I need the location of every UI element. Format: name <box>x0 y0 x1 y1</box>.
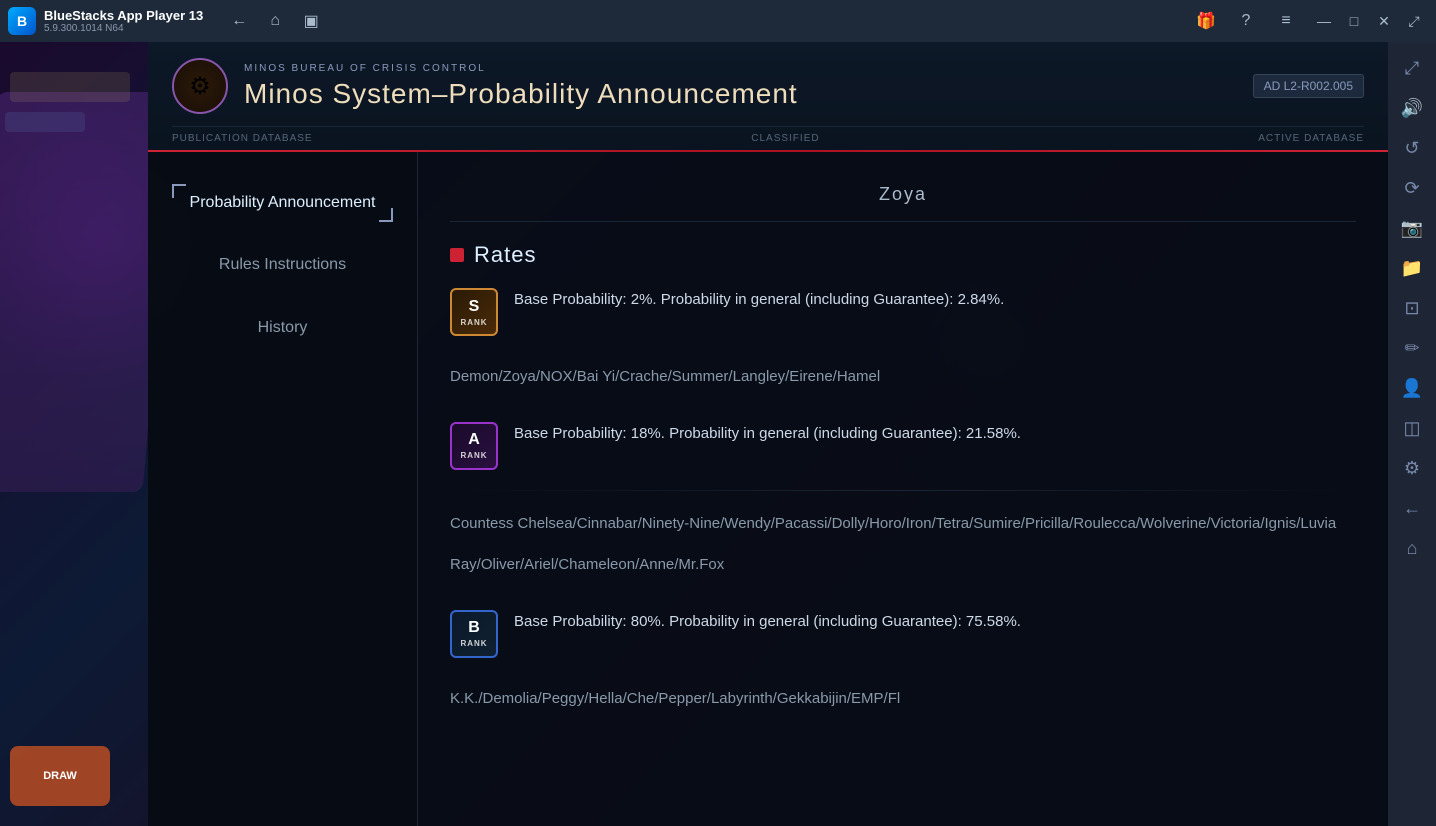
panel-header-top: ⚙ MINOS BUREAU OF CRISIS CONTROL Minos S… <box>172 58 1364 114</box>
b-rank-sub: RANK <box>460 639 487 648</box>
app-info: BlueStacks App Player 13 5.9.300.1014 N6… <box>44 8 203 34</box>
back-sidebar-btn[interactable]: ← <box>1394 490 1430 526</box>
draw-button-bg: DRAW <box>10 746 110 806</box>
minos-logo: ⚙ <box>172 58 228 114</box>
a-rank-rate-item: A RANK Base Probability: 18%. Probabilit… <box>450 422 1356 470</box>
bg-ui-2 <box>5 112 85 132</box>
back-btn[interactable]: ← <box>223 7 255 35</box>
rates-indicator <box>450 248 464 262</box>
panel-title: Minos System–Probability Announcement <box>244 78 798 110</box>
b-rank-rate-item: B RANK Base Probability: 80%. Probabilit… <box>450 610 1356 658</box>
a-rank-description: Base Probability: 18%. Probability in ge… <box>514 422 1356 446</box>
gift-btn[interactable]: 🎁 <box>1190 7 1222 35</box>
profile-sidebar-btn[interactable]: 👤 <box>1394 370 1430 406</box>
logo-area: ⚙ MINOS BUREAU OF CRISIS CONTROL Minos S… <box>172 58 798 114</box>
b-rank-chars-bottom: K.K./Demolia/Peggy/Hella/Che/Pepper/Laby… <box>450 678 1356 720</box>
a-rank-badge: A RANK <box>450 422 498 470</box>
game-area: DRAW ⚙ MINOS BUREAU OF CRISIS CONTROL Mi… <box>0 42 1388 826</box>
meta-bar: PUBLICATION DATABASE CLASSIFIED ACTIVE D… <box>172 126 1364 150</box>
nav-controls: ← ⌂ ▣ <box>223 7 327 35</box>
nav-probability-announcement[interactable]: Probability Announcement <box>164 176 401 230</box>
a-rank-sub: RANK <box>460 451 487 460</box>
a-rank-letter: A <box>468 431 480 449</box>
nav-history[interactable]: History <box>164 301 401 355</box>
game-panel: ⚙ MINOS BUREAU OF CRISIS CONTROL Minos S… <box>148 42 1388 826</box>
layers-sidebar-btn[interactable]: ◫ <box>1394 410 1430 446</box>
divider-1 <box>450 490 1356 491</box>
home-sidebar-btn[interactable]: ⌂ <box>1394 530 1430 566</box>
bluestacks-logo: B <box>8 7 36 35</box>
title-area: MINOS BUREAU OF CRISIS CONTROL Minos Sys… <box>244 63 798 110</box>
titlebar: B BlueStacks App Player 13 5.9.300.1014 … <box>0 0 1436 42</box>
resize-sidebar-btn[interactable]: ⊡ <box>1394 290 1430 326</box>
folder-sidebar-btn[interactable]: 📁 <box>1394 250 1430 286</box>
settings-sidebar-btn[interactable]: ⚙ <box>1394 450 1430 486</box>
org-name: MINOS BUREAU OF CRISIS CONTROL <box>244 63 798 74</box>
b-rank-chars-section-1: Countess Chelsea/Cinnabar/Ninety-Nine/We… <box>450 503 1356 586</box>
meta-center: CLASSIFIED <box>751 133 819 144</box>
game-left-area: DRAW <box>0 42 148 826</box>
panel-main-content[interactable]: Zoya Rates S RANK Base Probability: 2%. … <box>418 152 1388 826</box>
edit-sidebar-btn[interactable]: ✏ <box>1394 330 1430 366</box>
expand-sidebar-btn[interactable]: ⤢ <box>1394 50 1430 86</box>
b-rank-badge: B RANK <box>450 610 498 658</box>
char-name: Zoya <box>879 184 927 204</box>
a-rank-chars-before: Demon/Zoya/NOX/Bai Yi/Crache/Summer/Lang… <box>450 356 1356 398</box>
s-rank-sub: RANK <box>460 318 487 327</box>
maximize-btn[interactable]: □ <box>1340 7 1368 35</box>
char-name-bar: Zoya <box>450 176 1356 222</box>
app-name: BlueStacks App Player 13 <box>44 8 203 23</box>
close-btn[interactable]: ✕ <box>1370 7 1398 35</box>
rates-header: Rates <box>450 242 1356 268</box>
app-version: 5.9.300.1014 N64 <box>44 23 203 34</box>
window-controls: — □ ✕ ⤢ <box>1310 7 1428 35</box>
volume-sidebar-btn[interactable]: 🔊 <box>1394 90 1430 126</box>
rates-title: Rates <box>474 242 536 268</box>
help-btn[interactable]: ? <box>1230 7 1262 35</box>
s-rank-description: Base Probability: 2%. Probability in gen… <box>514 288 1356 312</box>
right-sidebar: ⤢ 🔊 ↺ ⟳ 📷 📁 ⊡ ✏ 👤 ◫ ⚙ ← ⌂ <box>1388 42 1436 826</box>
rotate-sidebar-btn[interactable]: ⟳ <box>1394 170 1430 206</box>
home-btn[interactable]: ⌂ <box>259 7 291 35</box>
s-rank-badge: S RANK <box>450 288 498 336</box>
meta-left: PUBLICATION DATABASE <box>172 133 313 144</box>
panel-content: Probability Announcement Rules Instructi… <box>148 152 1388 826</box>
replay-sidebar-btn[interactable]: ↺ <box>1394 130 1430 166</box>
char-blur <box>0 92 148 492</box>
b-rank-chars-line2: Ray/Oliver/Ariel/Chameleon/Anne/Mr.Fox <box>450 544 1356 586</box>
nav-rules-instructions[interactable]: Rules Instructions <box>164 238 401 292</box>
draw-btn-text: DRAW <box>43 770 77 782</box>
panel-nav: Probability Announcement Rules Instructi… <box>148 152 418 826</box>
s-rank-letter: S <box>469 298 480 316</box>
doc-id: AD L2-R002.005 <box>1253 74 1364 98</box>
menu-btn[interactable]: ≡ <box>1270 7 1302 35</box>
b-rank-letter: B <box>468 619 480 637</box>
meta-right: ACTIVE DATABASE <box>1258 133 1364 144</box>
b-rank-chars-section-bottom: K.K./Demolia/Peggy/Hella/Che/Pepper/Laby… <box>450 678 1356 720</box>
expand-btn[interactable]: ⤢ <box>1400 7 1428 35</box>
tabs-btn[interactable]: ▣ <box>295 7 327 35</box>
titlebar-actions: 🎁 ? ≡ <box>1190 7 1302 35</box>
b-rank-description: Base Probability: 80%. Probability in ge… <box>514 610 1356 634</box>
panel-header: ⚙ MINOS BUREAU OF CRISIS CONTROL Minos S… <box>148 42 1388 152</box>
b-rank-chars-line1: Countess Chelsea/Cinnabar/Ninety-Nine/We… <box>450 503 1356 545</box>
minimize-btn[interactable]: — <box>1310 7 1338 35</box>
s-rank-rate-item: S RANK Base Probability: 2%. Probability… <box>450 288 1356 336</box>
header-bottom-line <box>148 150 1388 152</box>
screenshot-sidebar-btn[interactable]: 📷 <box>1394 210 1430 246</box>
a-rank-chars-section: Demon/Zoya/NOX/Bai Yi/Crache/Summer/Lang… <box>450 356 1356 398</box>
bg-ui-1 <box>10 72 130 102</box>
